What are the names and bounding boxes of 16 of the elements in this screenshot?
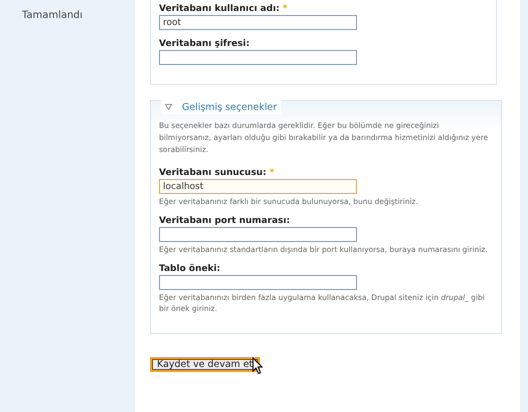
field-label: Veritabanı şifresi: [159,39,250,49]
input-field[interactable] [159,275,357,290]
input-field[interactable] [159,227,357,242]
input-field[interactable]: root [159,15,357,30]
required-marker: * [269,168,274,178]
field-label: Veritabanı sunucusu: [159,168,266,178]
triangle-icon[interactable] [165,104,172,110]
input-field[interactable]: localhost [159,179,357,194]
required-marker: * [282,4,288,14]
cursor-icon [252,357,264,375]
field-label: Tablo öneki: [159,264,220,274]
input-field[interactable] [159,50,357,65]
field-label: Veritabanı port numarası: [159,216,290,226]
sidebar-item[interactable]: Tamamlandı [22,10,83,21]
save-button[interactable]: Kaydet ve devam et [152,359,258,370]
field-label: Veritabanı kullanıcı adı: [159,4,280,14]
